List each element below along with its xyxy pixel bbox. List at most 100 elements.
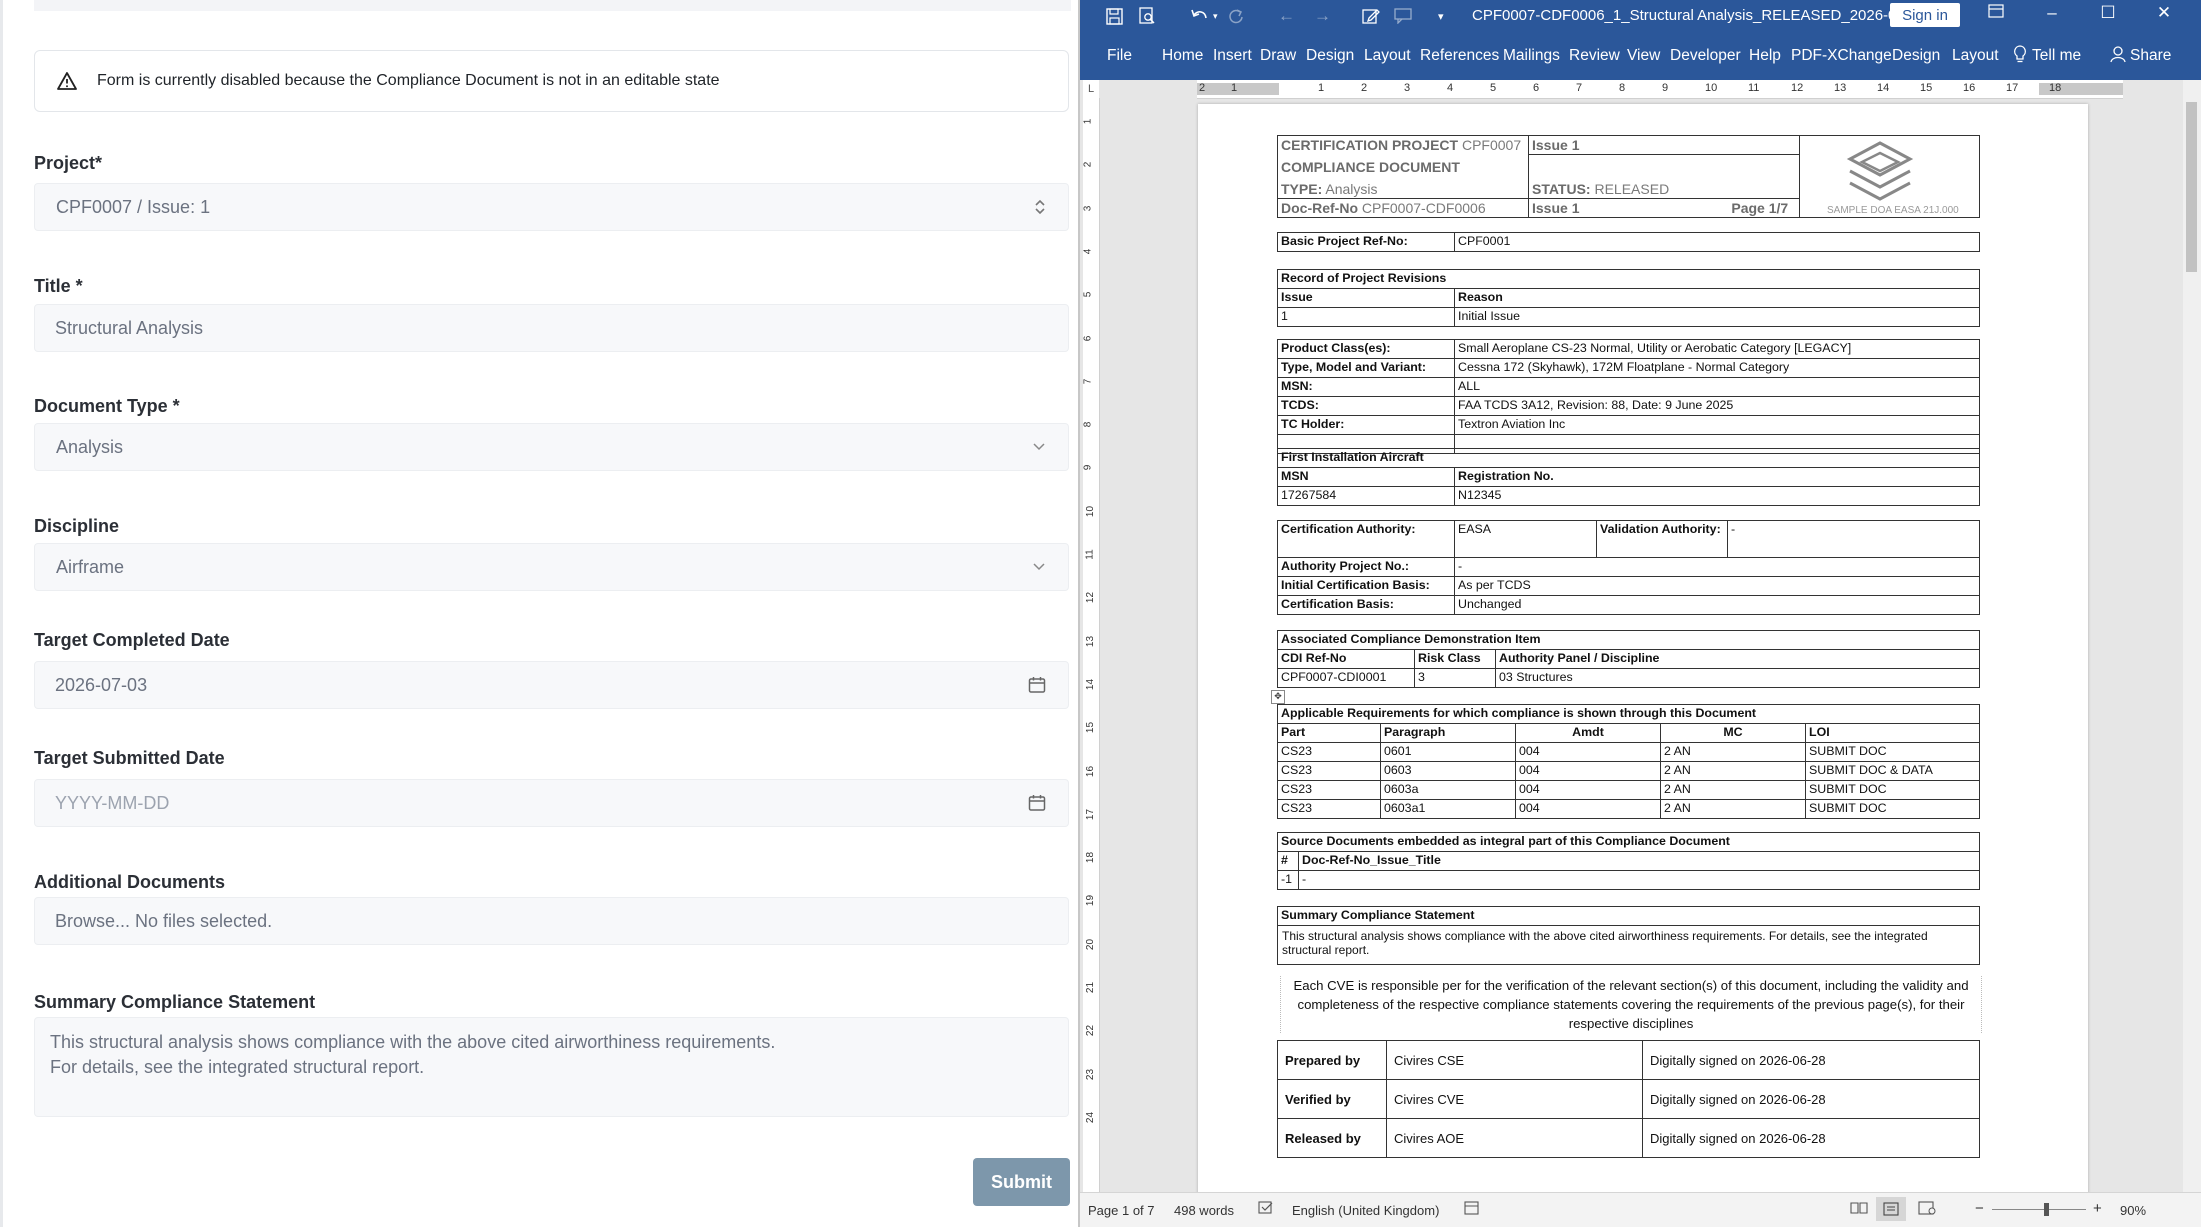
tab-mailings[interactable]: Mailings — [1503, 47, 1560, 65]
additional-documents-file-input[interactable]: Browse... No files selected. — [34, 897, 1069, 945]
maximize-icon[interactable]: ☐ — [2095, 3, 2121, 23]
word-count[interactable]: 498 words — [1174, 1203, 1234, 1218]
ruler-tick-label: 10 — [1705, 82, 1718, 94]
zoom-slider-thumb[interactable] — [2044, 1203, 2049, 1216]
tab-pdf-xchange[interactable]: PDF-XChange — [1791, 47, 1892, 65]
tab-home[interactable]: Home — [1162, 47, 1203, 65]
scrollbar-thumb[interactable] — [2186, 102, 2197, 272]
calendar-icon[interactable] — [1028, 676, 1046, 694]
tab-layout[interactable]: Layout — [1364, 47, 1411, 65]
rev-issue: 1 — [1277, 307, 1455, 327]
additional-documents-label: Additional Documents — [34, 872, 226, 892]
tab-draw[interactable]: Draw — [1260, 47, 1296, 65]
vertical-scrollbar[interactable] — [2183, 80, 2201, 1193]
header-cert-project: CERTIFICATION PROJECT — [1281, 137, 1459, 153]
page-count[interactable]: Page 1 of 7 — [1088, 1203, 1155, 1218]
tab-help[interactable]: Help — [1749, 47, 1781, 65]
horizontal-ruler[interactable]: 2 1 1 2 3 4 5 6 7 8 9 10 11 12 13 14 15 16 17 18 — [1197, 80, 2123, 99]
tab-table-design[interactable]: Design — [1892, 47, 1940, 65]
undo-icon[interactable] — [1190, 5, 1210, 27]
share-button[interactable]: Share — [2130, 47, 2171, 65]
web-layout-icon[interactable] — [1918, 1201, 1936, 1218]
save-icon[interactable] — [1106, 5, 1123, 27]
ruler-tick-label: 7 — [1082, 378, 1094, 385]
ruler-tick-label: 17 — [1085, 808, 1097, 820]
acdi-title: Associated Compliance Demonstration Item — [1277, 630, 1980, 650]
req-header: Amdt — [1515, 723, 1661, 743]
discipline-select[interactable]: Airframe — [34, 543, 1069, 591]
project-select[interactable]: CPF0007 / Issue: 1 — [34, 183, 1069, 231]
read-mode-icon[interactable] — [1850, 1201, 1868, 1218]
tab-view[interactable]: View — [1627, 47, 1660, 65]
product-value: ALL — [1454, 377, 1980, 397]
ruler-tick-label: 16 — [1085, 765, 1097, 777]
target-submitted-input[interactable]: YYYY-MM-DD — [34, 779, 1069, 827]
fia-header-registration: Registration No. — [1454, 467, 1980, 487]
ruler-tick-label: 11 — [1084, 549, 1096, 560]
project-value: CPF0007 / Issue: 1 — [56, 196, 211, 217]
summary-textarea[interactable]: This structural analysis shows complianc… — [34, 1017, 1069, 1117]
print-layout-icon[interactable] — [1876, 1197, 1906, 1221]
tab-developer[interactable]: Developer — [1670, 47, 1741, 65]
rev-header-issue: Issue — [1277, 288, 1455, 308]
macro-icon[interactable] — [1464, 1201, 1479, 1218]
tab-references[interactable]: References — [1420, 47, 1499, 65]
req-header: LOI — [1805, 723, 1980, 743]
req-title: Applicable Requirements for which compli… — [1277, 704, 1980, 724]
ruler-tick-label: 23 — [1085, 1068, 1097, 1080]
print-preview-icon[interactable] — [1138, 5, 1156, 27]
customize-toolbar-icon[interactable]: ▾ — [1438, 5, 1444, 27]
proofing-icon[interactable] — [1258, 1201, 1274, 1218]
ruler-tick-label: 6 — [1082, 335, 1094, 341]
table-row: CS23 0603 004 2 AN SUBMIT DOC & DATA — [1277, 761, 1980, 781]
close-icon[interactable]: ✕ — [2151, 3, 2177, 23]
zoom-out-button[interactable]: − — [1975, 1200, 1984, 1217]
title-input[interactable]: Structural Analysis — [34, 304, 1069, 352]
zoom-level[interactable]: 90% — [2120, 1203, 2146, 1218]
calendar-icon[interactable] — [1028, 794, 1046, 812]
header-page: Page 1/7 — [1731, 199, 1789, 216]
minimize-icon[interactable]: – — [2039, 3, 2065, 23]
document-type-select[interactable]: Analysis — [34, 423, 1069, 471]
tab-review[interactable]: Review — [1569, 47, 1620, 65]
ruler-tick-label: 22 — [1085, 1025, 1097, 1037]
tab-design[interactable]: Design — [1306, 47, 1354, 65]
document-type-value: Analysis — [56, 436, 124, 457]
vertical-ruler[interactable]: 1 2 3 4 5 6 7 8 9 10 11 12 13 14 15 16 17 18 19 20 21 22 23 24 — [1082, 98, 1100, 1193]
table-move-handle[interactable]: ✥ — [1271, 690, 1285, 704]
authority-table: Certification Authority: EASA Validation… — [1277, 520, 1980, 615]
top-strip — [34, 0, 1071, 11]
cert-authority-value: EASA — [1454, 520, 1597, 558]
ruler-tick-label: 2 — [1361, 82, 1368, 94]
word-titlebar: ▾ ← → ▾ CPF0007-CDF0006_1_Structural Ana… — [1080, 0, 2201, 32]
header-issue: Issue 1 — [1532, 137, 1580, 153]
fia-title: First Installation Aircraft — [1277, 448, 1980, 468]
zoom-in-button[interactable]: + — [2093, 1200, 2102, 1217]
tab-insert[interactable]: Insert — [1213, 47, 1252, 65]
submit-button[interactable]: Submit — [973, 1158, 1070, 1206]
acdi-cell: 03 Structures — [1495, 668, 1980, 688]
panel-edge — [0, 0, 3, 1227]
undo-dropdown-icon[interactable]: ▾ — [1213, 5, 1218, 27]
language[interactable]: English (United Kingdom) — [1292, 1203, 1439, 1218]
ribbon-display-options-icon[interactable] — [1983, 3, 2009, 23]
ruler-tick-label: 18 — [2049, 82, 2062, 94]
acdi-header: Risk Class — [1414, 649, 1496, 669]
src-cell: -1 — [1277, 870, 1299, 890]
edit-form-icon[interactable] — [1362, 5, 1380, 27]
target-completed-input[interactable]: 2026-07-03 — [34, 661, 1069, 709]
ruler-tick-label: 5 — [1490, 82, 1497, 94]
header-compliance-document: COMPLIANCE DOCUMENT — [1281, 158, 1460, 175]
ruler-tick-label: 16 — [1963, 82, 1976, 94]
tab-selector[interactable]: L — [1083, 80, 1099, 98]
table-row: CS23 0603a 004 2 AN SUBMIT DOC — [1277, 780, 1980, 800]
tab-table-layout[interactable]: Layout — [1952, 47, 1999, 65]
cert-basis-value: Unchanged — [1454, 595, 1980, 615]
ruler-tick-label: 11 — [1748, 82, 1760, 94]
zoom-slider[interactable] — [1992, 1209, 2086, 1210]
tab-file[interactable]: File — [1107, 47, 1132, 65]
acdi-header: CDI Ref-No — [1277, 649, 1415, 669]
basic-ref-table: Basic Project Ref-No: CPF0001 — [1277, 232, 1980, 252]
tell-me-search[interactable]: Tell me — [2032, 47, 2081, 65]
sign-in-button[interactable]: Sign in — [1890, 3, 1960, 27]
